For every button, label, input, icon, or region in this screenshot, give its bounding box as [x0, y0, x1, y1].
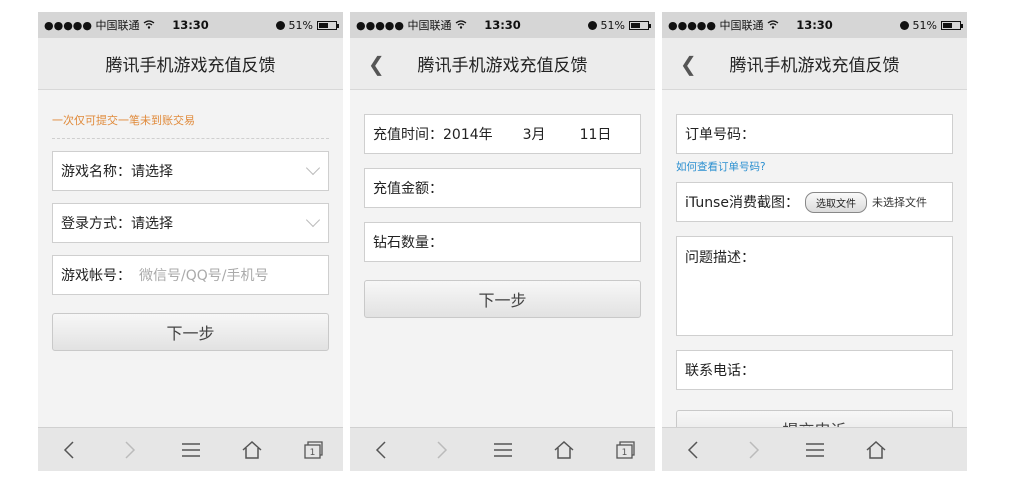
nav-bar: ❮ 腾讯手机游戏充值反馈 — [662, 38, 967, 90]
carrier-label: ●●●●● 中国联通 — [668, 19, 764, 32]
forward-icon[interactable] — [411, 428, 472, 472]
carrier-label: ●●●●● 中国联通 — [44, 19, 140, 32]
diamond-input[interactable]: 钻石数量： — [364, 222, 641, 262]
wifi-icon — [767, 19, 779, 32]
phone-screen-3: ●●●●● 中国联通 13:30 51% ❮ 腾讯手机游戏充值反馈 订单号码： … — [662, 12, 967, 471]
account-label: 游戏帐号： — [61, 268, 131, 284]
carrier-label: ●●●●● 中国联通 — [356, 19, 452, 32]
forward-icon[interactable] — [99, 428, 160, 472]
status-time: 13:30 — [484, 18, 521, 32]
back-icon[interactable] — [662, 428, 723, 472]
phone-label: 联系电话： — [685, 363, 755, 379]
amount-label: 充值金额： — [373, 181, 443, 197]
game-name-label: 游戏名称：请选择 — [61, 164, 173, 180]
game-name-select[interactable]: 游戏名称：请选择 — [52, 151, 329, 191]
day-select[interactable]: 11日 — [580, 124, 612, 144]
notice-text: 一次仅可提交一笔未到账交易 — [52, 90, 329, 139]
page-title: 腾讯手机游戏充值反馈 — [105, 56, 276, 76]
status-time: 13:30 — [796, 18, 833, 32]
phone-screen-2: ●●●●● 中国联通 13:30 51% ❮ 腾讯手机游戏充值反馈 充值时间： … — [350, 12, 655, 471]
svg-text:1: 1 — [621, 448, 627, 458]
phone-screen-1: ●●●●● 中国联通 13:30 51% 腾讯手机游戏充值反馈 一次仅可提交一笔… — [38, 12, 343, 471]
status-bar: ●●●●● 中国联通 13:30 51% — [662, 12, 967, 38]
battery-icon — [941, 20, 963, 30]
browser-toolbar — [662, 427, 967, 471]
wifi-icon — [143, 19, 155, 32]
tabs-icon[interactable]: 1 — [282, 428, 343, 472]
login-method-select[interactable]: 登录方式：请选择 — [52, 203, 329, 243]
order-help-link[interactable]: 如何查看订单号码? — [676, 159, 953, 174]
svg-text:1: 1 — [309, 448, 315, 458]
battery-percent: 51% — [288, 18, 313, 32]
menu-icon[interactable] — [784, 428, 845, 472]
next-button[interactable]: 下一步 — [364, 280, 641, 318]
battery-percent: 51% — [600, 18, 625, 32]
browser-toolbar: 1 — [38, 427, 343, 471]
browser-toolbar: 1 — [350, 427, 655, 471]
status-time: 13:30 — [172, 18, 209, 32]
nav-bar: 腾讯手机游戏充值反馈 — [38, 38, 343, 90]
year-select[interactable]: 2014年 — [443, 124, 493, 144]
back-chevron-icon[interactable]: ❮ — [368, 52, 385, 76]
menu-icon[interactable] — [472, 428, 533, 472]
page-title: 腾讯手机游戏充值反馈 — [729, 56, 900, 76]
wifi-icon — [455, 19, 467, 32]
diamond-label: 钻石数量： — [373, 235, 443, 251]
recharge-time-label: 充值时间： — [373, 127, 443, 143]
chevron-down-icon — [305, 212, 321, 228]
description-label: 问题描述： — [685, 250, 755, 266]
chevron-down-icon — [305, 160, 321, 176]
phone-input[interactable]: 联系电话： — [676, 350, 953, 390]
page-title: 腾讯手机游戏充值反馈 — [417, 56, 588, 76]
itunes-screenshot-field: iTunse消费截图： 选取文件 未选择文件 — [676, 182, 953, 222]
alarm-icon — [587, 20, 597, 30]
itunes-label: iTunse消费截图： — [685, 195, 799, 211]
account-input[interactable]: 游戏帐号： 微信号/QQ号/手机号 — [52, 255, 329, 295]
battery-icon — [317, 20, 339, 30]
recharge-time-field[interactable]: 充值时间： 2014年 3月 11日 — [364, 114, 641, 154]
back-icon[interactable] — [350, 428, 411, 472]
back-icon[interactable] — [38, 428, 99, 472]
home-icon[interactable] — [221, 428, 282, 472]
home-icon[interactable] — [533, 428, 594, 472]
status-bar: ●●●●● 中国联通 13:30 51% — [38, 12, 343, 38]
month-select[interactable]: 3月 — [523, 124, 546, 144]
account-placeholder: 微信号/QQ号/手机号 — [139, 268, 269, 284]
status-bar: ●●●●● 中国联通 13:30 51% — [350, 12, 655, 38]
home-icon[interactable] — [845, 428, 906, 472]
nav-bar: ❮ 腾讯手机游戏充值反馈 — [350, 38, 655, 90]
menu-icon[interactable] — [160, 428, 221, 472]
no-file-text: 未选择文件 — [871, 196, 927, 209]
order-number-input[interactable]: 订单号码： — [676, 114, 953, 154]
battery-icon — [629, 20, 651, 30]
amount-input[interactable]: 充值金额： — [364, 168, 641, 208]
battery-percent: 51% — [912, 18, 937, 32]
login-method-label: 登录方式：请选择 — [61, 216, 173, 232]
tabs-icon[interactable]: 1 — [594, 428, 655, 472]
choose-file-button[interactable]: 选取文件 — [804, 191, 867, 213]
forward-icon[interactable] — [723, 428, 784, 472]
back-chevron-icon[interactable]: ❮ — [680, 52, 697, 76]
description-textarea[interactable]: 问题描述： — [676, 236, 953, 336]
next-button[interactable]: 下一步 — [52, 313, 329, 351]
order-number-label: 订单号码： — [685, 127, 755, 143]
alarm-icon — [275, 20, 285, 30]
alarm-icon — [899, 20, 909, 30]
